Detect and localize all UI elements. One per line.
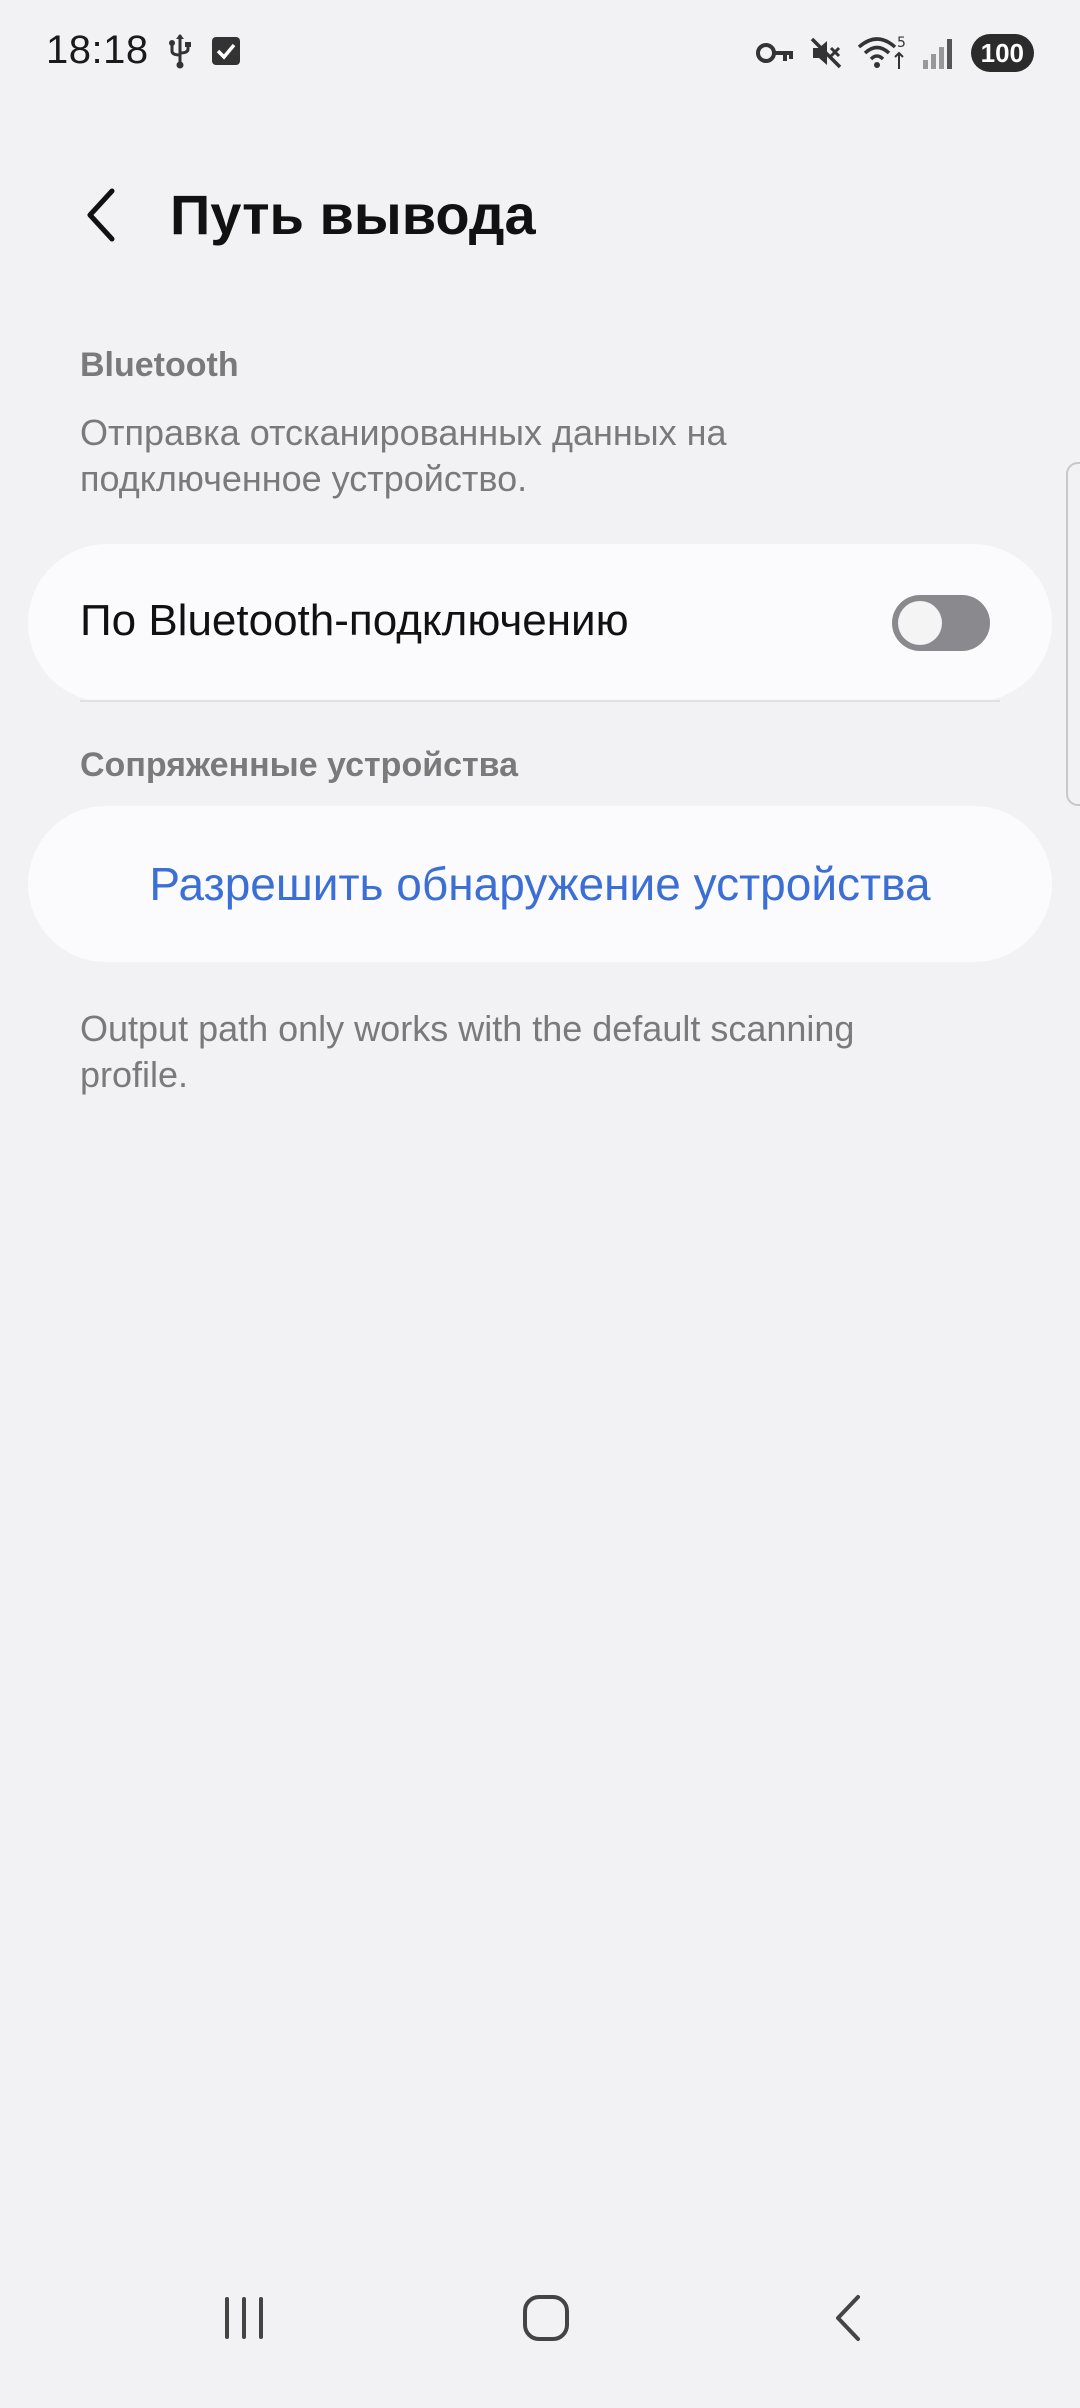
divider: [80, 700, 1000, 702]
key-icon: [755, 40, 795, 66]
wifi-icon: 5: [857, 35, 907, 71]
back-button[interactable]: [70, 180, 130, 250]
nav-back-button[interactable]: [788, 2268, 908, 2368]
bluetooth-section-label: Bluetooth: [80, 346, 239, 384]
check-box-icon: [211, 36, 241, 66]
status-right: 5 100: [755, 34, 1034, 72]
nav-back-icon: [836, 2295, 860, 2341]
usb-icon: [167, 33, 193, 69]
signal-icon: [921, 36, 957, 70]
recents-button[interactable]: [184, 2268, 304, 2368]
recents-icon: [225, 2297, 263, 2339]
footer-note: Output path only works with the default …: [80, 1008, 855, 1095]
allow-discovery-label: Разрешить обнаружение устройства: [149, 858, 931, 910]
app-header: Путь вывода: [0, 160, 1080, 270]
mute-icon: [809, 36, 843, 70]
paired-devices-section-label: Сопряженные устройства: [80, 746, 519, 784]
home-icon: [523, 2295, 569, 2341]
status-time: 18:18: [46, 28, 149, 72]
bluetooth-section-description: Отправка отсканированных данных на подкл…: [80, 412, 727, 499]
scroll-indicator[interactable]: [1066, 462, 1080, 806]
wifi-badge: 5: [897, 35, 906, 51]
home-button[interactable]: [486, 2268, 606, 2368]
toggle-knob: [898, 601, 942, 645]
status-bar: 18:18 5 100: [0, 0, 1080, 110]
page-title: Путь вывода: [170, 183, 536, 246]
chevron-left-icon: [87, 188, 115, 242]
battery-indicator: 100: [970, 34, 1034, 72]
navigation-bar: [0, 2238, 1080, 2408]
bluetooth-connection-row[interactable]: По Bluetooth-подключению: [28, 544, 1052, 702]
allow-discovery-button[interactable]: Разрешить обнаружение устройства: [28, 806, 1052, 962]
bluetooth-connection-label: По Bluetooth-подключению: [80, 596, 629, 645]
status-left: 18:18: [46, 28, 241, 73]
bluetooth-connection-toggle[interactable]: [892, 595, 990, 651]
